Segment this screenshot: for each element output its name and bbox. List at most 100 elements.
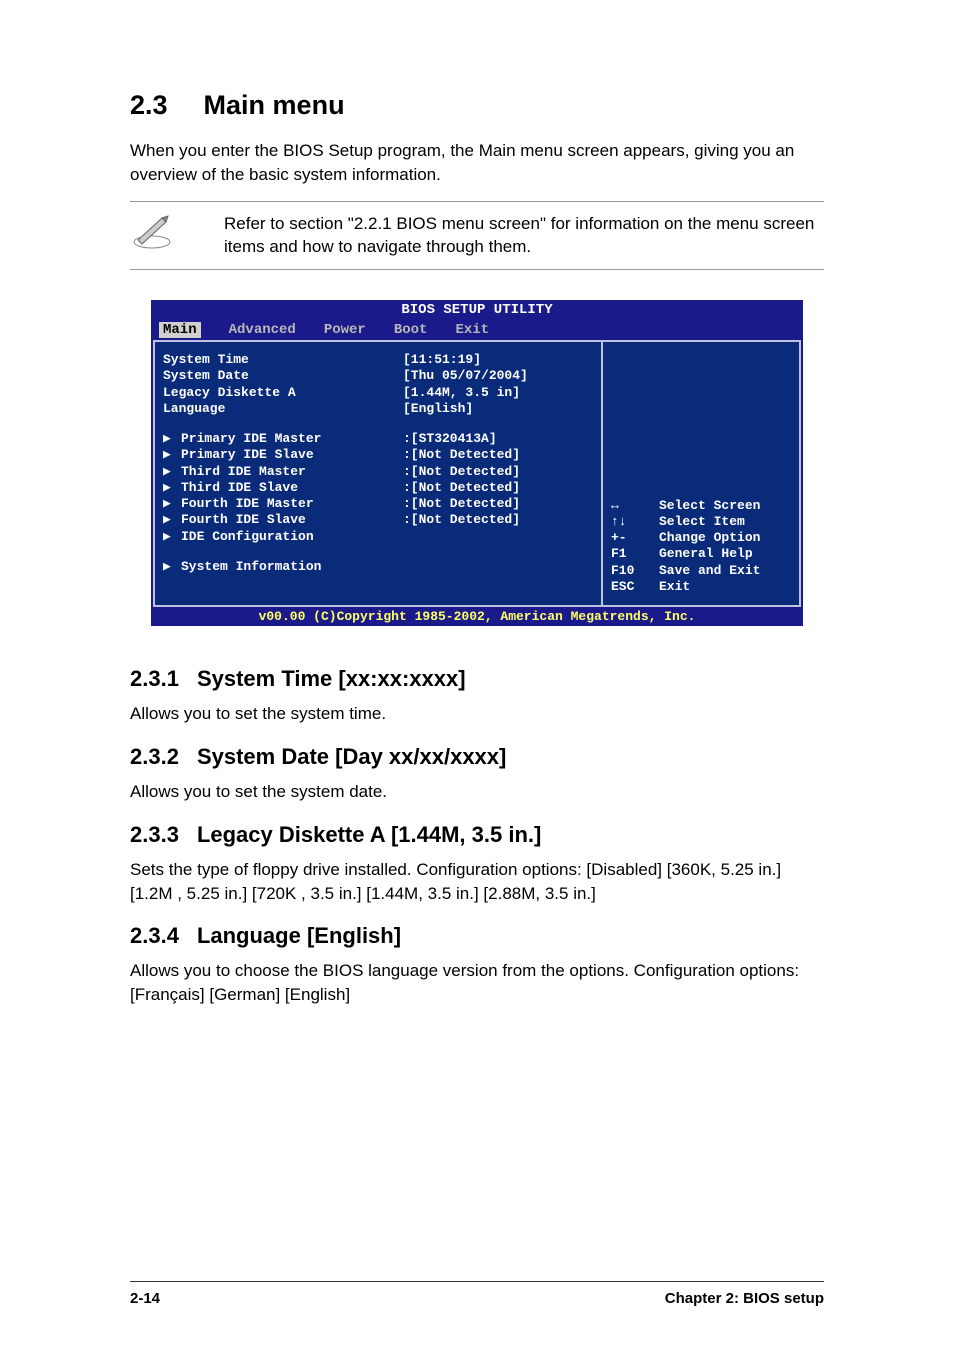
bios-row-legacy-diskette[interactable]: Legacy Diskette A [1.44M, 3.5 in] bbox=[163, 385, 593, 401]
bios-row-third-ide-slave[interactable]: ▶Third IDE Slave :[Not Detected] bbox=[163, 480, 593, 496]
subsection-number: 2.3.2 bbox=[130, 744, 179, 770]
subsection-body: Allows you to choose the BIOS language v… bbox=[130, 959, 824, 1007]
bios-right-panel: ↔Select Screen ↑↓Select Item +-Change Op… bbox=[601, 340, 801, 607]
bios-label-text: Primary IDE Master bbox=[181, 431, 321, 446]
help-key: ↑↓ bbox=[611, 514, 659, 530]
bios-value: :[Not Detected] bbox=[403, 464, 593, 480]
help-key: +- bbox=[611, 530, 659, 546]
bios-row-fourth-ide-slave[interactable]: ▶Fourth IDE Slave :[Not Detected] bbox=[163, 512, 593, 528]
bios-help-row: F10Save and Exit bbox=[611, 563, 791, 579]
bios-help-row: +-Change Option bbox=[611, 530, 791, 546]
bios-title-bar: BIOS SETUP UTILITY bbox=[151, 300, 803, 320]
bios-label-text: System Information bbox=[181, 559, 321, 574]
bios-value: [11:51:19] bbox=[403, 352, 593, 368]
help-key: ESC bbox=[611, 579, 659, 595]
section-title-text: Main menu bbox=[204, 90, 345, 120]
subsection-heading-system-date: 2.3.2 System Date [Day xx/xx/xxxx] bbox=[130, 744, 824, 770]
bios-menu-main[interactable]: Main bbox=[159, 322, 201, 338]
help-desc: Exit bbox=[659, 579, 690, 595]
triangle-right-icon: ▶ bbox=[163, 464, 181, 480]
help-key: ↔ bbox=[611, 498, 659, 514]
bios-help-row: ↑↓Select Item bbox=[611, 514, 791, 530]
subsection-title: System Date [Day xx/xx/xxxx] bbox=[197, 744, 506, 769]
note-block: Refer to section "2.2.1 BIOS menu screen… bbox=[130, 201, 824, 271]
triangle-right-icon: ▶ bbox=[163, 559, 181, 575]
help-desc: General Help bbox=[659, 546, 753, 562]
bios-menu-bar: Main Advanced Power Boot Exit bbox=[151, 320, 803, 340]
subsection-number: 2.3.4 bbox=[130, 923, 179, 949]
bios-menu-power[interactable]: Power bbox=[324, 322, 366, 338]
bios-body: System Time [11:51:19] System Date [Thu … bbox=[151, 340, 803, 607]
bios-label: System Time bbox=[163, 352, 403, 368]
bios-help-row: ↔Select Screen bbox=[611, 498, 791, 514]
bios-label-text: Third IDE Master bbox=[181, 464, 306, 479]
bios-label: ▶Third IDE Slave bbox=[163, 480, 403, 496]
bios-label: ▶System Information bbox=[163, 559, 403, 575]
help-key: F10 bbox=[611, 563, 659, 579]
bios-row-primary-ide-master[interactable]: ▶Primary IDE Master :[ST320413A] bbox=[163, 431, 593, 447]
subsection-heading-system-time: 2.3.1 System Time [xx:xx:xxxx] bbox=[130, 666, 824, 692]
section-heading: 2.3 Main menu bbox=[130, 90, 824, 121]
subsection-title: System Time [xx:xx:xxxx] bbox=[197, 666, 466, 691]
bios-value: :[Not Detected] bbox=[403, 496, 593, 512]
bios-value: :[ST320413A] bbox=[403, 431, 593, 447]
bios-label-text: Primary IDE Slave bbox=[181, 447, 314, 462]
bios-label-text: IDE Configuration bbox=[181, 529, 314, 544]
bios-label: ▶Fourth IDE Slave bbox=[163, 512, 403, 528]
bios-row-system-time[interactable]: System Time [11:51:19] bbox=[163, 352, 593, 368]
bios-label: System Date bbox=[163, 368, 403, 384]
bios-menu-advanced[interactable]: Advanced bbox=[229, 322, 296, 338]
bios-label: ▶IDE Configuration bbox=[163, 529, 403, 545]
bios-label-text: Fourth IDE Master bbox=[181, 496, 314, 511]
subsection-body: Sets the type of floppy drive installed.… bbox=[130, 858, 824, 906]
bios-label-text: Third IDE Slave bbox=[181, 480, 298, 495]
subsection-heading-language: 2.3.4 Language [English] bbox=[130, 923, 824, 949]
bios-row-system-date[interactable]: System Date [Thu 05/07/2004] bbox=[163, 368, 593, 384]
bios-label-text: Fourth IDE Slave bbox=[181, 512, 306, 527]
page-number: 2-14 bbox=[130, 1290, 160, 1307]
bios-screenshot: BIOS SETUP UTILITY Main Advanced Power B… bbox=[151, 300, 803, 626]
bios-menu-exit[interactable]: Exit bbox=[455, 322, 489, 338]
bios-row-primary-ide-slave[interactable]: ▶Primary IDE Slave :[Not Detected] bbox=[163, 447, 593, 463]
bios-label: Legacy Diskette A bbox=[163, 385, 403, 401]
subsection-body: Allows you to set the system time. bbox=[130, 702, 824, 726]
bios-menu-boot[interactable]: Boot bbox=[394, 322, 428, 338]
bios-row-language[interactable]: Language [English] bbox=[163, 401, 593, 417]
bios-value: [Thu 05/07/2004] bbox=[403, 368, 593, 384]
bios-row-third-ide-master[interactable]: ▶Third IDE Master :[Not Detected] bbox=[163, 464, 593, 480]
subsection-number: 2.3.1 bbox=[130, 666, 179, 692]
bios-label: ▶Primary IDE Slave bbox=[163, 447, 403, 463]
bios-row-fourth-ide-master[interactable]: ▶Fourth IDE Master :[Not Detected] bbox=[163, 496, 593, 512]
note-text: Refer to section "2.2.1 BIOS menu screen… bbox=[224, 212, 824, 260]
subsection-heading-legacy-diskette: 2.3.3Legacy Diskette A [1.44M, 3.5 in.] bbox=[130, 822, 824, 848]
section-intro: When you enter the BIOS Setup program, t… bbox=[130, 139, 824, 187]
bios-label: Language bbox=[163, 401, 403, 417]
bios-help-row: F1General Help bbox=[611, 546, 791, 562]
subsection-title: Language [English] bbox=[197, 923, 401, 948]
bios-row-ide-configuration[interactable]: ▶IDE Configuration bbox=[163, 529, 593, 545]
bios-value: :[Not Detected] bbox=[403, 480, 593, 496]
bios-value bbox=[403, 529, 593, 545]
bios-row-system-information[interactable]: ▶System Information bbox=[163, 559, 593, 575]
bios-label: ▶Fourth IDE Master bbox=[163, 496, 403, 512]
bios-left-panel: System Time [11:51:19] System Date [Thu … bbox=[153, 340, 601, 607]
page-footer: 2-14 Chapter 2: BIOS setup bbox=[130, 1281, 824, 1307]
triangle-right-icon: ▶ bbox=[163, 480, 181, 496]
bios-help-legend: ↔Select Screen ↑↓Select Item +-Change Op… bbox=[611, 498, 791, 596]
triangle-right-icon: ▶ bbox=[163, 431, 181, 447]
subsection-number: 2.3.3 bbox=[130, 822, 179, 848]
chapter-label: Chapter 2: BIOS setup bbox=[665, 1290, 824, 1307]
bios-label: ▶Third IDE Master bbox=[163, 464, 403, 480]
help-desc: Save and Exit bbox=[659, 563, 760, 579]
bios-footer: v00.00 (C)Copyright 1985-2002, American … bbox=[151, 607, 803, 626]
subsection-body: Allows you to set the system date. bbox=[130, 780, 824, 804]
bios-value: [English] bbox=[403, 401, 593, 417]
triangle-right-icon: ▶ bbox=[163, 496, 181, 512]
section-number: 2.3 bbox=[130, 90, 168, 121]
help-desc: Select Item bbox=[659, 514, 745, 530]
bios-value: :[Not Detected] bbox=[403, 512, 593, 528]
triangle-right-icon: ▶ bbox=[163, 447, 181, 463]
triangle-right-icon: ▶ bbox=[163, 512, 181, 528]
pencil-note-icon bbox=[130, 212, 174, 250]
help-key: F1 bbox=[611, 546, 659, 562]
